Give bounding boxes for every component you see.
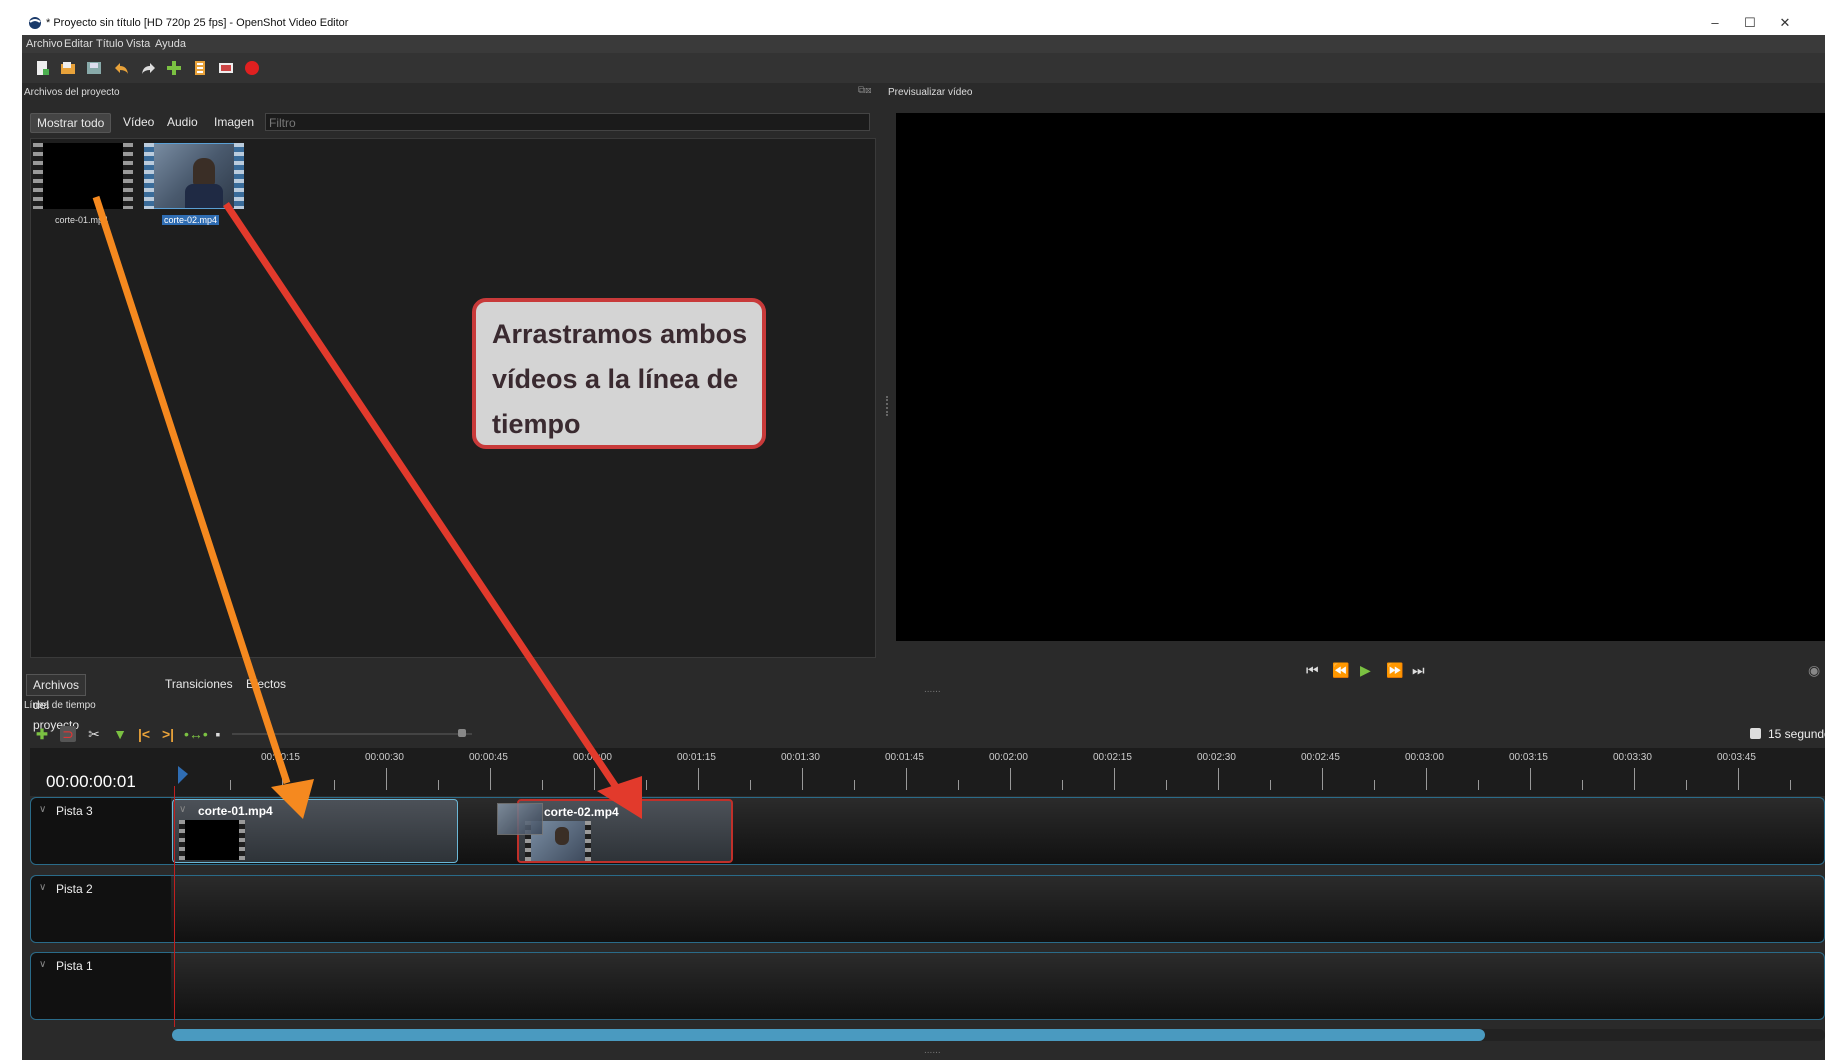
arrowhead-red-icon	[597, 776, 642, 819]
annotation-callout: Arrastramos ambos vídeos a la línea de t…	[472, 298, 766, 449]
annotation-arrows	[92, 195, 642, 819]
arrowhead-orange-icon	[271, 779, 314, 819]
app-window: * Proyecto sin título [HD 720p 25 fps] -…	[22, 11, 1825, 1060]
arrow-orange	[92, 195, 291, 785]
annotation-text: Arrastramos ambos vídeos a la línea de t…	[492, 319, 748, 439]
arrow-red	[223, 202, 619, 789]
